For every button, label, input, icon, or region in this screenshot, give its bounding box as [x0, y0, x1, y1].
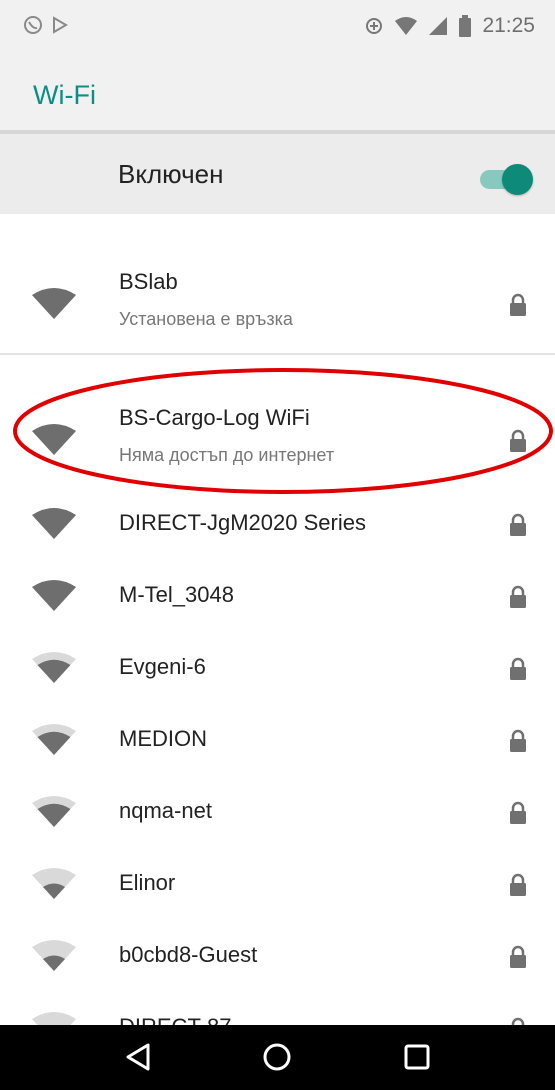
- app-bar: Wi-Fi: [0, 56, 555, 134]
- wifi-master-switch-bar[interactable]: Включен: [0, 134, 555, 214]
- lock-icon: [510, 801, 526, 824]
- network-ssid: MEDION: [119, 726, 207, 751]
- wifi-signal-icon: [32, 424, 76, 455]
- wifi-toggle-switch[interactable]: [502, 164, 533, 195]
- network-ssid: DIRECT-JgM2020 Series: [119, 510, 366, 535]
- wifi-signal-icon: [32, 796, 76, 827]
- network-row-m-tel-3048[interactable]: M-Tel_3048: [0, 567, 555, 623]
- network-row-elinor[interactable]: Elinor: [0, 855, 555, 911]
- page-title: Wi-Fi: [33, 80, 96, 110]
- viber-icon: [24, 16, 42, 34]
- network-row-nqma-net[interactable]: nqma-net: [0, 783, 555, 839]
- system-navigation-bar: [0, 1025, 555, 1090]
- network-ssid: nqma-net: [119, 798, 212, 823]
- lock-icon: [510, 293, 526, 316]
- lock-icon: [510, 873, 526, 896]
- wifi-signal-icon: [32, 580, 76, 611]
- wifi-switch-label: Включен: [118, 159, 224, 189]
- wifi-signal-icon: [32, 288, 76, 319]
- network-ssid: M-Tel_3048: [119, 582, 234, 607]
- recents-icon[interactable]: [397, 1039, 437, 1075]
- network-ssid: Evgeni-6: [119, 654, 206, 679]
- lock-icon: [510, 945, 526, 968]
- network-status: Установена е връзка: [119, 309, 293, 329]
- play-icon: [52, 16, 68, 34]
- lock-icon: [510, 729, 526, 752]
- battery-icon: [459, 15, 472, 37]
- network-row-bslab[interactable]: BSlab Установена е връзка: [0, 255, 555, 351]
- status-bar: 21:25: [0, 0, 555, 56]
- status-time: 21:25: [482, 14, 535, 37]
- status-bar-left: [22, 14, 70, 42]
- network-row-bs-cargo-log-wifi[interactable]: BS-Cargo-Log WiFi Няма достъп до интернет: [0, 387, 555, 491]
- network-ssid: Elinor: [119, 870, 176, 895]
- home-icon[interactable]: [257, 1039, 297, 1075]
- lock-icon: [510, 429, 526, 452]
- network-row-b0cbd8-guest[interactable]: b0cbd8-Guest: [0, 927, 555, 983]
- data-saver-icon: [366, 18, 383, 34]
- connected-divider: [0, 353, 555, 355]
- network-row-evgeni-6[interactable]: Evgeni-6: [0, 639, 555, 695]
- network-ssid: BSlab: [119, 269, 178, 294]
- wifi-signal-icon: [32, 868, 76, 899]
- wifi-icon: [395, 17, 418, 35]
- lock-icon: [510, 657, 526, 680]
- wifi-signal-icon: [32, 652, 76, 683]
- signal-icon: [429, 17, 448, 35]
- network-row-direct-jgm2020-series[interactable]: DIRECT-JgM2020 Series: [0, 495, 555, 551]
- wifi-signal-icon: [32, 724, 76, 755]
- network-row-medion[interactable]: MEDION: [0, 711, 555, 767]
- status-bar-right: 21:25: [364, 14, 535, 38]
- lock-icon: [510, 585, 526, 608]
- network-ssid: b0cbd8-Guest: [119, 942, 258, 967]
- network-ssid: BS-Cargo-Log WiFi: [119, 405, 310, 430]
- back-icon[interactable]: [118, 1039, 158, 1075]
- wifi-signal-icon: [32, 940, 76, 971]
- wifi-signal-icon: [32, 508, 76, 539]
- lock-icon: [510, 513, 526, 536]
- network-status: Няма достъп до интернет: [119, 445, 335, 465]
